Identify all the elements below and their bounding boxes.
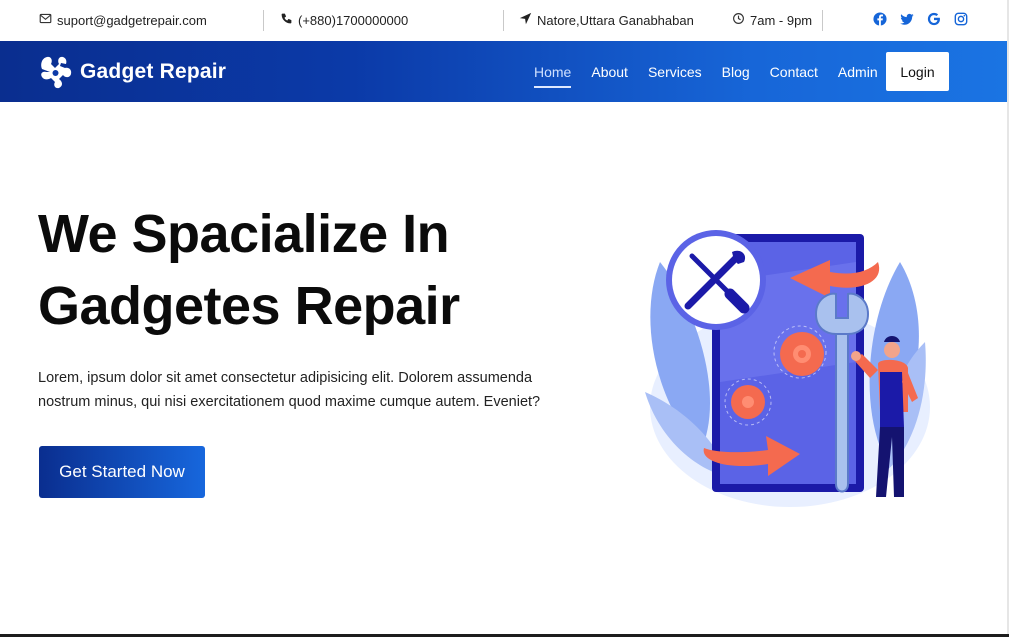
get-started-button[interactable]: Get Started Now [39,446,205,498]
nav-services[interactable]: Services [648,60,702,84]
instagram-icon[interactable] [954,12,968,26]
topbar-phone[interactable]: (+880)1700000000 [280,12,408,28]
divider [822,10,823,31]
phone-repair-illustration [640,222,930,512]
hours-text: 7am - 9pm [750,12,813,28]
location-arrow-icon [519,12,532,28]
address-text: Natore,Uttara Ganabhaban [537,12,694,28]
hero-description: Lorem, ipsum dolor sit amet consectetur … [38,370,541,410]
topbar-address: Natore,Uttara Ganabhaban [519,12,694,28]
nav-about[interactable]: About [591,60,628,84]
phone-icon [280,12,293,28]
email-text: suport@gadgetrepair.com [57,12,207,28]
phone-text: (+880)1700000000 [298,12,409,28]
main-navbar: Gadget Repair Home About Services Blog C… [0,41,1007,102]
brand-name: Gadget Repair [80,60,227,83]
hero-title-line-2: Gadgetes Repair [38,276,460,336]
hero-title-line-1: We Spacialize In [38,204,450,264]
topbar-email[interactable]: suport@gadgetrepair.com [39,12,207,28]
hero-title: We Spacialize In Gadgetes Repair [38,198,558,342]
brand[interactable]: Gadget Repair [38,55,226,89]
nav-home[interactable]: Home [534,60,572,88]
divider [503,10,504,31]
nav-admin[interactable]: Admin [838,60,878,84]
brand-logo-icon [38,55,74,89]
top-info-bar: suport@gadgetrepair.com (+880)1700000000… [0,0,1009,41]
nav-blog[interactable]: Blog [722,60,750,84]
facebook-icon[interactable] [873,12,887,26]
clock-icon [732,12,745,28]
topbar-hours: 7am - 9pm [732,12,812,28]
twitter-icon[interactable] [900,12,914,26]
nav-contact[interactable]: Contact [770,60,818,84]
mail-icon [39,12,52,28]
divider [263,10,264,31]
nav-menu: Home About Services Blog Contact Admin [534,41,898,102]
login-button[interactable]: Login [886,52,949,91]
google-icon[interactable] [927,12,941,26]
social-links [873,12,968,26]
